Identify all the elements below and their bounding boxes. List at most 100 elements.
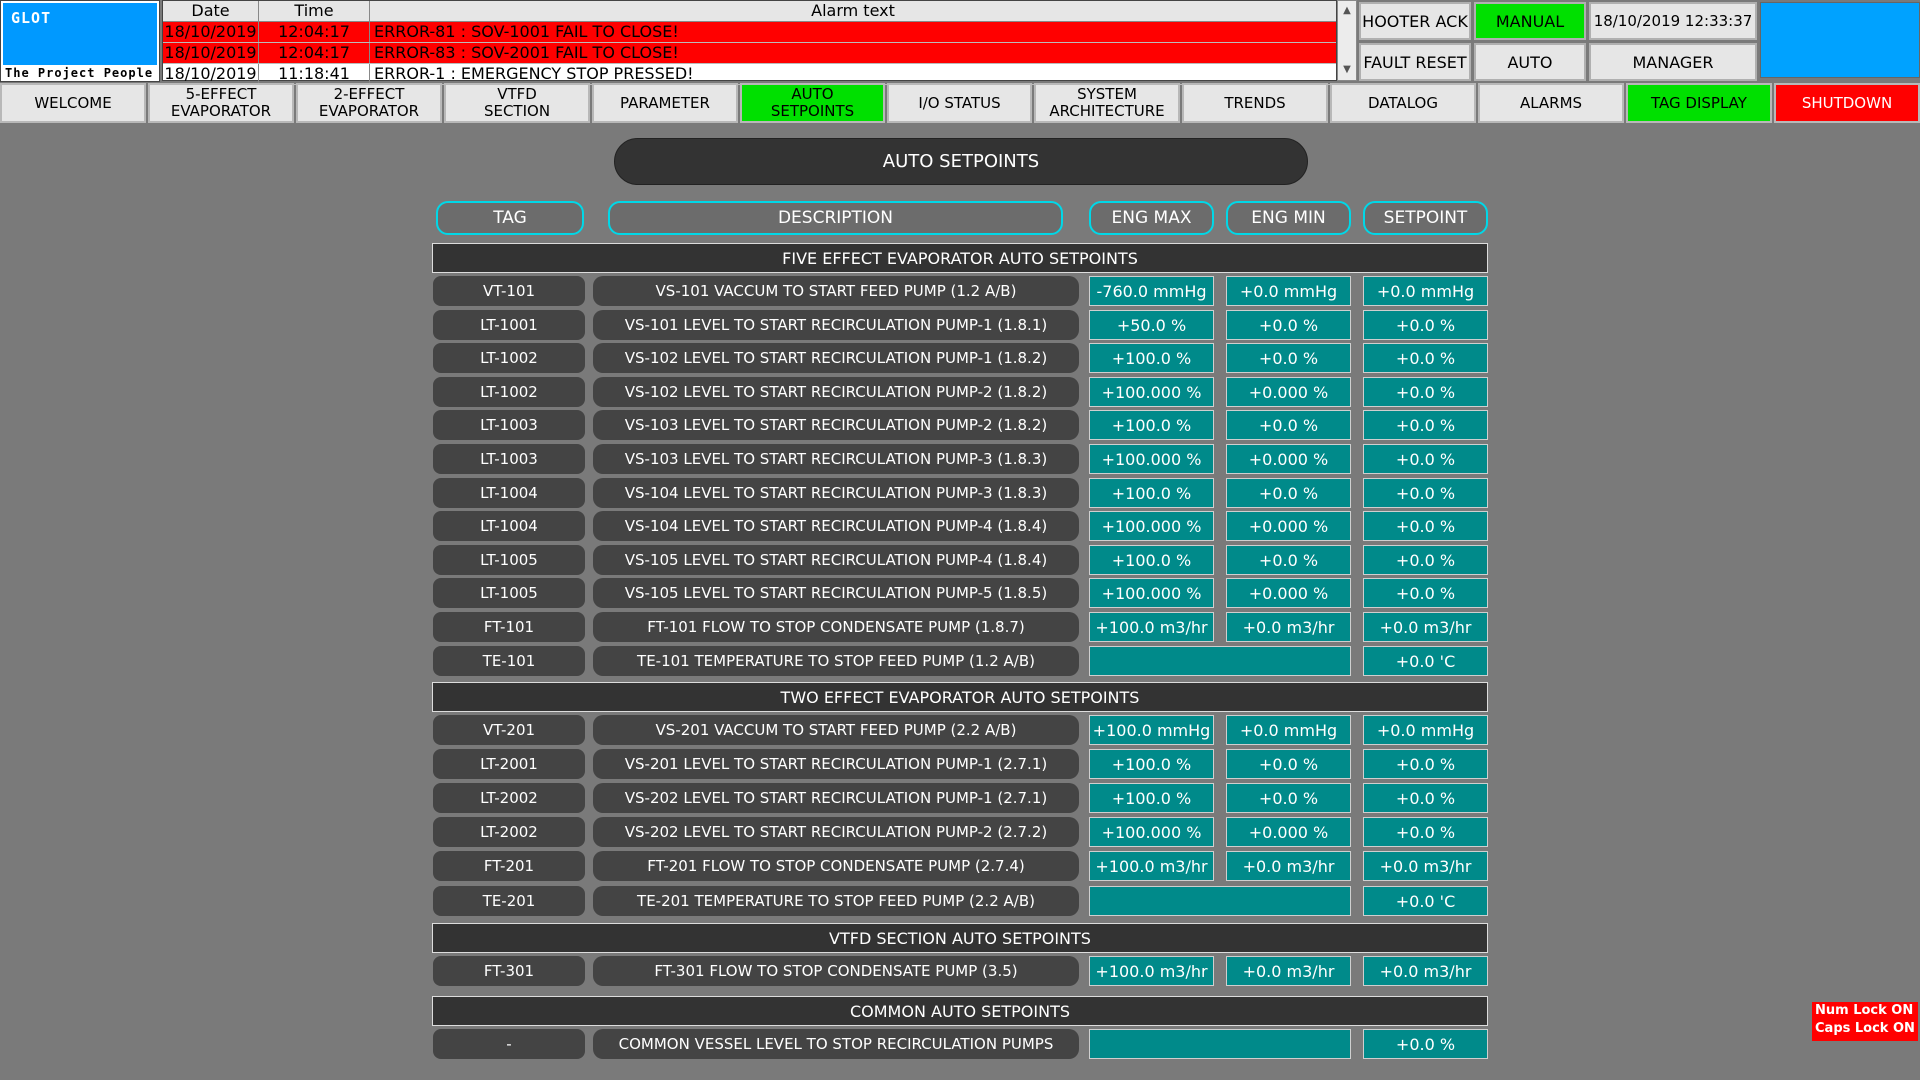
logo-graphic: GLOT <box>3 3 157 65</box>
nav-welcome-button[interactable]: WELCOME <box>0 83 146 123</box>
eng-max-field[interactable]: +100.0 % <box>1089 783 1214 813</box>
description-cell: VS-201 VACCUM TO START FEED PUMP (2.2 A/… <box>593 715 1079 745</box>
eng-min-field[interactable]: +0.0 % <box>1226 478 1351 508</box>
setpoint-field[interactable]: +0.0 mmHg <box>1363 715 1488 745</box>
setpoint-field[interactable]: +0.0 m3/hr <box>1363 956 1488 986</box>
column-header-setpoint: SETPOINT <box>1363 201 1488 235</box>
eng-min-field[interactable]: +0.0 mmHg <box>1226 276 1351 306</box>
alarm-list[interactable]: 18/10/2019 12:04:17 ERROR-81 : SOV-1001 FA… <box>163 22 1336 85</box>
eng-min-field[interactable]: +0.0 % <box>1226 310 1351 340</box>
eng-max-field[interactable]: +100.000 % <box>1089 578 1214 608</box>
tag-cell: LT-1002 <box>433 343 585 373</box>
eng-max-field[interactable]: +100.0 mmHg <box>1089 715 1214 745</box>
setpoint-field[interactable]: +0.0 % <box>1363 545 1488 575</box>
description-cell: VS-104 LEVEL TO START RECIRCULATION PUMP… <box>593 511 1079 541</box>
eng-min-field[interactable]: +0.0 % <box>1226 783 1351 813</box>
manager-login-button[interactable]: MANAGER <box>1589 43 1757 81</box>
nav-datalog-button[interactable]: DATALOG <box>1330 83 1476 123</box>
eng-min-field[interactable]: +0.0 m3/hr <box>1226 612 1351 642</box>
setpoint-field[interactable]: +0.0 % <box>1363 1029 1488 1059</box>
alarm-row[interactable]: 18/10/2019 12:04:17 ERROR-83 : SOV-2001 FA… <box>163 43 1336 64</box>
eng-range-field[interactable] <box>1089 646 1351 676</box>
eng-min-field[interactable]: +0.0 % <box>1226 545 1351 575</box>
alarm-header: Date Time Alarm text <box>163 1 1336 22</box>
setpoint-field[interactable]: +0.0 % <box>1363 578 1488 608</box>
alarm-row[interactable]: 18/10/2019 11:18:41 ERROR-1 : EMERGENCY ST… <box>163 64 1336 85</box>
nav-system-architecture-button[interactable]: SYSTEM ARCHITECTURE <box>1034 83 1180 123</box>
nav-io-status-button[interactable]: I/O STATUS <box>887 83 1032 123</box>
setpoint-field[interactable]: +0.0 % <box>1363 749 1488 779</box>
setpoint-field[interactable]: +0.0 % <box>1363 817 1488 847</box>
eng-min-field[interactable]: +0.000 % <box>1226 444 1351 474</box>
nav-trends-button[interactable]: TRENDS <box>1182 83 1328 123</box>
hooter-ack-button[interactable]: HOOTER ACK <box>1359 2 1471 40</box>
tag-cell: LT-1002 <box>433 377 585 407</box>
eng-max-field[interactable]: +50.0 % <box>1089 310 1214 340</box>
nav-vtfd-section-button[interactable]: VTFD SECTION <box>444 83 590 123</box>
eng-max-field[interactable]: +100.0 m3/hr <box>1089 612 1214 642</box>
nav-auto-setpoints-button[interactable]: AUTO SETPOINTS <box>740 83 885 123</box>
setpoint-field[interactable]: +0.0 % <box>1363 478 1488 508</box>
eng-max-field[interactable]: -760.0 mmHg <box>1089 276 1214 306</box>
logo-tagline: The Project People <box>5 66 154 80</box>
auto-mode-button[interactable]: AUTO <box>1474 43 1586 81</box>
eng-range-field[interactable] <box>1089 1029 1351 1059</box>
description-cell: VS-202 LEVEL TO START RECIRCULATION PUMP… <box>593 783 1079 813</box>
description-cell: VS-201 LEVEL TO START RECIRCULATION PUMP… <box>593 749 1079 779</box>
eng-min-field[interactable]: +0.000 % <box>1226 377 1351 407</box>
eng-max-field[interactable]: +100.0 % <box>1089 410 1214 440</box>
eng-max-field[interactable]: +100.0 m3/hr <box>1089 956 1214 986</box>
scroll-up-icon[interactable]: ▲ <box>1338 1 1356 21</box>
eng-range-field[interactable] <box>1089 886 1351 916</box>
setpoint-field[interactable]: +0.0 m3/hr <box>1363 612 1488 642</box>
eng-max-field[interactable]: +100.0 % <box>1089 545 1214 575</box>
eng-min-field[interactable]: +0.0 m3/hr <box>1226 956 1351 986</box>
eng-max-field[interactable]: +100.000 % <box>1089 817 1214 847</box>
eng-max-field[interactable]: +100.0 m3/hr <box>1089 851 1214 881</box>
status-indicator-box <box>1760 2 1920 78</box>
nav-shutdown-button[interactable]: SHUTDOWN <box>1774 83 1920 123</box>
setpoint-field[interactable]: +0.0 % <box>1363 783 1488 813</box>
eng-min-field[interactable]: +0.0 % <box>1226 343 1351 373</box>
alarm-scrollbar[interactable]: ▲ ▼ <box>1337 0 1357 81</box>
description-cell: VS-202 LEVEL TO START RECIRCULATION PUMP… <box>593 817 1079 847</box>
nav-2-effect-evaporator-button[interactable]: 2-EFFECT EVAPORATOR <box>296 83 442 123</box>
nav-label: WELCOME <box>34 93 112 112</box>
setpoint-field[interactable]: +0.0 'C <box>1363 646 1488 676</box>
eng-min-field[interactable]: +0.0 % <box>1226 749 1351 779</box>
eng-max-field[interactable]: +100.0 % <box>1089 343 1214 373</box>
manual-mode-button[interactable]: MANUAL <box>1474 2 1586 40</box>
setpoint-field[interactable]: +0.0 mmHg <box>1363 276 1488 306</box>
setpoint-field[interactable]: +0.0 % <box>1363 444 1488 474</box>
fault-reset-button[interactable]: FAULT RESET <box>1359 43 1471 81</box>
eng-max-field[interactable]: +100.0 % <box>1089 478 1214 508</box>
eng-max-field[interactable]: +100.000 % <box>1089 511 1214 541</box>
setpoint-field[interactable]: +0.0 % <box>1363 410 1488 440</box>
nav-label: 2-EFFECT EVAPORATOR <box>318 85 420 120</box>
setpoint-field[interactable]: +0.0 % <box>1363 310 1488 340</box>
eng-min-field[interactable]: +0.0 % <box>1226 410 1351 440</box>
eng-max-field[interactable]: +100.0 % <box>1089 749 1214 779</box>
setpoint-field[interactable]: +0.0 m3/hr <box>1363 851 1488 881</box>
eng-min-field[interactable]: +0.0 m3/hr <box>1226 851 1351 881</box>
tag-cell: FT-101 <box>433 612 585 642</box>
setpoint-field[interactable]: +0.0 'C <box>1363 886 1488 916</box>
nav-alarms-button[interactable]: ALARMS <box>1478 83 1624 123</box>
setpoint-field[interactable]: +0.0 % <box>1363 343 1488 373</box>
nav-5-effect-evaporator-button[interactable]: 5-EFFECT EVAPORATOR <box>148 83 294 123</box>
eng-max-field[interactable]: +100.000 % <box>1089 444 1214 474</box>
nav-parameter-button[interactable]: PARAMETER <box>592 83 738 123</box>
eng-min-field[interactable]: +0.000 % <box>1226 511 1351 541</box>
nav-tag-display-button[interactable]: TAG DISPLAY <box>1626 83 1772 123</box>
alarm-row[interactable]: 18/10/2019 12:04:17 ERROR-81 : SOV-1001 FA… <box>163 22 1336 43</box>
scroll-down-icon[interactable]: ▼ <box>1338 60 1356 80</box>
alarm-banner[interactable]: Date Time Alarm text 18/10/2019 12:04:17 E… <box>162 0 1337 85</box>
eng-min-field[interactable]: +0.000 % <box>1226 817 1351 847</box>
setpoint-field[interactable]: +0.0 % <box>1363 511 1488 541</box>
eng-min-field[interactable]: +0.0 mmHg <box>1226 715 1351 745</box>
alarm-date: 18/10/2019 <box>163 22 259 42</box>
eng-max-field[interactable]: +100.000 % <box>1089 377 1214 407</box>
setpoint-field[interactable]: +0.0 % <box>1363 377 1488 407</box>
eng-min-field[interactable]: +0.000 % <box>1226 578 1351 608</box>
nav-label: 5-EFFECT EVAPORATOR <box>170 85 272 120</box>
